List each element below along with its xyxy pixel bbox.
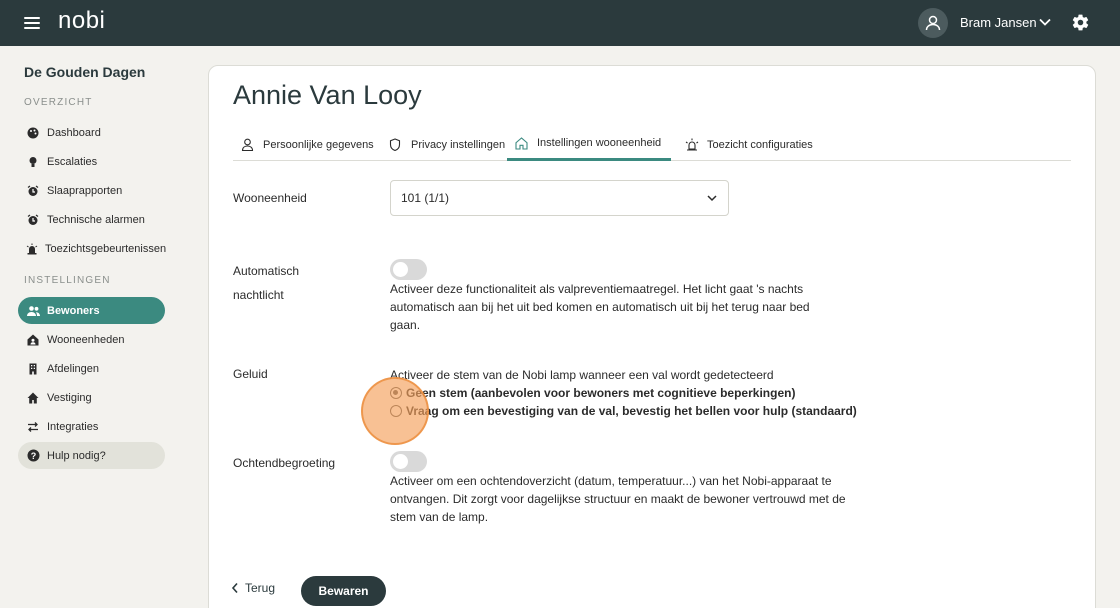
back-label: Terug bbox=[245, 581, 276, 595]
radio-label: Vraag om een bevestiging van de val, bev… bbox=[406, 404, 857, 418]
sidebar-item-label: Toezichtsgebeurtenissen bbox=[45, 242, 167, 255]
lightbulb-icon bbox=[26, 155, 40, 169]
sidebar-item-label: Vestiging bbox=[47, 391, 92, 404]
sidebar-item-label: Technische alarmen bbox=[47, 213, 145, 226]
unit-select[interactable]: 101 (1/1) bbox=[390, 180, 729, 216]
sidebar: De Gouden Dagen OVERZICHT Dashboard Esca… bbox=[0, 46, 186, 608]
home-icon bbox=[515, 136, 529, 150]
sidebar-item-dashboard[interactable]: Dashboard bbox=[18, 119, 165, 146]
page-title: Annie Van Looy bbox=[233, 80, 422, 110]
sidebar-item-label: Slaaprapporten bbox=[47, 184, 123, 197]
sidebar-item-toezichtsgebeurtenissen[interactable]: Toezichtsgebeurtenissen bbox=[18, 235, 167, 262]
swap-arrows-icon bbox=[26, 420, 40, 434]
shield-icon bbox=[389, 138, 403, 152]
tab-unit-settings[interactable]: Instellingen wooneenheid bbox=[507, 128, 672, 161]
tab-bar: Persoonlijke gegevens Privacy instelling… bbox=[233, 128, 1071, 161]
toggle-knob bbox=[393, 454, 408, 469]
sidebar-item-wooneenheden[interactable]: Wooneenheden bbox=[18, 326, 165, 353]
siren-icon bbox=[26, 242, 38, 256]
top-bar: nobi Bram Jansen bbox=[0, 0, 1120, 46]
sound-option-no-voice[interactable]: Geen stem (aanbevolen voor bewoners met … bbox=[390, 386, 795, 400]
people-icon bbox=[26, 304, 40, 318]
sidebar-item-label: Integraties bbox=[47, 420, 99, 433]
sound-option-confirm-fall[interactable]: Vraag om een bevestiging van de val, bev… bbox=[390, 404, 857, 418]
svg-text:?: ? bbox=[30, 451, 36, 461]
hamburger-menu-icon[interactable] bbox=[24, 14, 40, 32]
radio-button[interactable] bbox=[390, 387, 402, 399]
tab-label: Privacy instellingen bbox=[411, 138, 506, 151]
section-title-overview: OVERZICHT bbox=[24, 97, 93, 108]
main-card: Annie Van Looy Persoonlijke gegevens Pri… bbox=[208, 65, 1096, 608]
nightlight-description: Activeer deze functionaliteit als valpre… bbox=[390, 282, 810, 332]
toggle-knob bbox=[393, 262, 408, 277]
chevron-left-icon bbox=[231, 582, 239, 594]
nightlight-label-line1: Automatisch bbox=[233, 264, 300, 278]
tab-privacy-settings[interactable]: Privacy instellingen bbox=[389, 128, 505, 161]
sidebar-item-integraties[interactable]: Integraties bbox=[18, 413, 165, 440]
gear-icon[interactable] bbox=[1071, 13, 1090, 32]
sidebar-item-slaaprapporten[interactable]: Slaaprapporten bbox=[18, 177, 165, 204]
sidebar-item-label: Wooneenheden bbox=[47, 333, 125, 346]
greeting-label: Ochtendbegroeting bbox=[233, 456, 336, 470]
alarm-clock-icon bbox=[26, 213, 40, 227]
help-button[interactable]: ? Hulp nodig? bbox=[18, 442, 165, 469]
section-title-settings: INSTELLINGEN bbox=[24, 275, 111, 286]
nobi-logo: nobi bbox=[58, 7, 106, 34]
palette-icon bbox=[26, 126, 40, 140]
home-user-icon bbox=[26, 333, 40, 347]
sidebar-item-label: Escalaties bbox=[47, 155, 98, 168]
sound-description: Activeer de stem van de Nobi lamp wannee… bbox=[390, 368, 774, 382]
radio-button[interactable] bbox=[390, 405, 402, 417]
save-button[interactable]: Bewaren bbox=[301, 576, 386, 606]
unit-select-value: 101 (1/1) bbox=[401, 191, 450, 205]
sidebar-item-technische-alarmen[interactable]: Technische alarmen bbox=[18, 206, 165, 233]
back-link[interactable]: Terug bbox=[231, 581, 275, 595]
user-avatar-icon[interactable] bbox=[918, 8, 948, 38]
tab-personal-details[interactable]: Persoonlijke gegevens bbox=[241, 128, 374, 161]
tab-label: Toezicht configuraties bbox=[707, 138, 813, 151]
sound-label: Geluid bbox=[233, 367, 268, 381]
user-name[interactable]: Bram Jansen bbox=[960, 15, 1037, 30]
sidebar-item-label: Dashboard bbox=[47, 126, 101, 139]
alarm-clock-icon bbox=[26, 184, 40, 198]
sidebar-item-escalaties[interactable]: Escalaties bbox=[18, 148, 165, 175]
sidebar-item-label: Bewoners bbox=[47, 304, 100, 317]
nightlight-toggle[interactable] bbox=[390, 259, 427, 280]
chevron-down-icon bbox=[706, 192, 718, 204]
sidebar-item-afdelingen[interactable]: Afdelingen bbox=[18, 355, 165, 382]
greeting-toggle[interactable] bbox=[390, 451, 427, 472]
tab-label: Instellingen wooneenheid bbox=[537, 137, 662, 149]
building-icon bbox=[26, 362, 40, 376]
tab-label: Persoonlijke gegevens bbox=[263, 138, 374, 151]
sidebar-item-label: Afdelingen bbox=[47, 362, 99, 375]
sidebar-item-bewoners[interactable]: Bewoners bbox=[18, 297, 165, 324]
chevron-down-icon[interactable] bbox=[1038, 15, 1052, 29]
greeting-description: Activeer om een ochtendoverzicht (datum,… bbox=[390, 474, 846, 524]
sidebar-item-vestiging[interactable]: Vestiging bbox=[18, 384, 165, 411]
nightlight-label-line2: nachtlicht bbox=[233, 288, 284, 302]
house-icon bbox=[26, 391, 40, 405]
radio-label: Geen stem (aanbevolen voor bewoners met … bbox=[406, 386, 796, 400]
unit-label: Wooneenheid bbox=[233, 191, 307, 205]
question-icon: ? bbox=[26, 449, 40, 463]
person-icon bbox=[241, 138, 255, 152]
help-label: Hulp nodig? bbox=[47, 449, 106, 462]
siren-icon bbox=[685, 138, 699, 152]
tab-supervision-configurations[interactable]: Toezicht configuraties bbox=[685, 128, 813, 161]
organization-name: De Gouden Dagen bbox=[24, 64, 146, 80]
